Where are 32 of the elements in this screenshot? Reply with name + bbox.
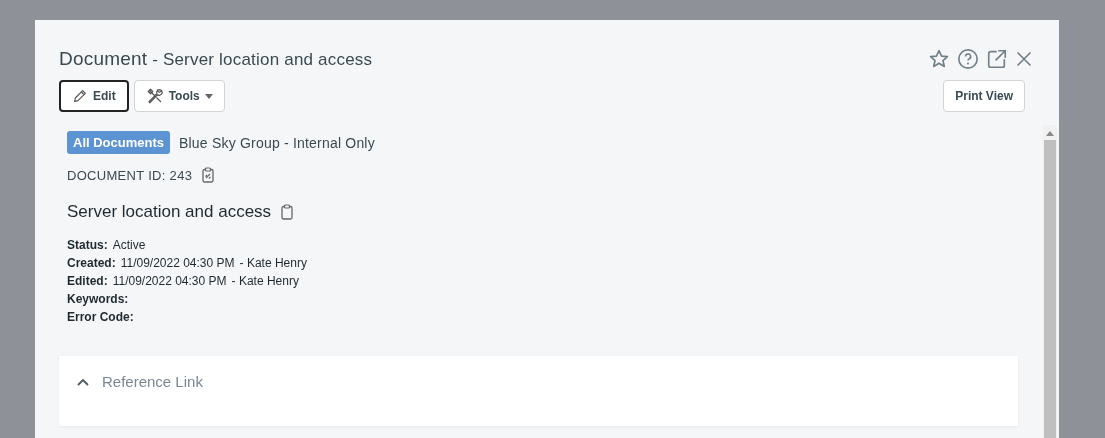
favorite-star-icon[interactable] — [928, 48, 950, 70]
open-external-icon[interactable] — [986, 48, 1008, 70]
field-label: Edited: — [67, 274, 108, 288]
document-heading: Server location and access — [67, 202, 272, 222]
group-label: Blue Sky Group - Internal Only — [179, 134, 375, 151]
field-value: 11/09/2022 04:30 PM — [112, 274, 227, 288]
scrollbar[interactable] — [1043, 125, 1057, 438]
field-label: Keywords: — [67, 292, 129, 306]
clipboard-link-icon[interactable] — [202, 167, 215, 183]
chevron-icon — [77, 377, 89, 386]
category-badge: All Documents — [67, 131, 170, 154]
document-id: DOCUMENT ID: 243 — [67, 167, 193, 183]
print-view-button[interactable]: Print View — [943, 80, 1025, 112]
tools-icon — [145, 87, 164, 105]
caret-icon — [204, 93, 213, 99]
dialog-title: Document - Server location and access — [59, 48, 374, 70]
scrollbar-thumb[interactable] — [1044, 140, 1056, 438]
field-label: Error Code: — [67, 310, 134, 324]
field-value: 11/09/2022 04:30 PM — [120, 256, 235, 270]
field-label: Created: — [67, 256, 116, 270]
field-value: Active — [112, 238, 146, 252]
edit-button[interactable]: Edit — [59, 80, 129, 112]
scroll-up-icon[interactable] — [1046, 131, 1054, 136]
author-name: - Kate Henry — [231, 274, 299, 288]
tools-button[interactable]: Tools — [133, 80, 225, 112]
help-icon[interactable] — [957, 48, 979, 70]
section-toggle[interactable]: Reference Link — [59, 356, 203, 390]
clipboard-icon[interactable] — [281, 204, 294, 220]
author-name: - Kate Henry — [239, 256, 307, 270]
pencil-icon — [72, 88, 88, 104]
field-label: Status: — [67, 238, 108, 252]
close-icon[interactable] — [1015, 50, 1033, 68]
